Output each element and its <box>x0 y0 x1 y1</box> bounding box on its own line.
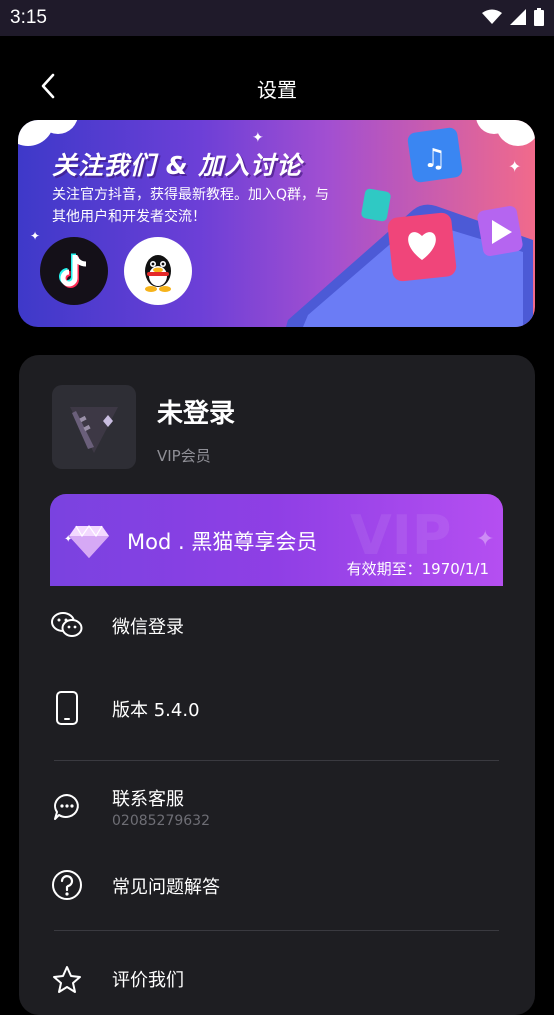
wechat-login-label: 微信登录 <box>112 617 184 638</box>
vip-membership-card[interactable]: VIP ✦ ✦ Mod . 黑猫尊享会员 有效期至：1970/1/1 <box>50 494 503 586</box>
wechat-login-row[interactable]: 微信登录 <box>19 595 535 655</box>
banner-heading: 关注我们 & 加入讨论 <box>52 151 303 180</box>
divider <box>54 930 499 931</box>
vip-title: Mod . 黑猫尊享会员 <box>127 530 318 554</box>
faq-label: 常见问题解答 <box>112 877 220 898</box>
rate-us-label: 评价我们 <box>112 970 184 991</box>
star-icon <box>49 962 85 998</box>
svg-text:♫: ♫ <box>423 144 446 174</box>
faq-row[interactable]: 常见问题解答 <box>19 855 535 915</box>
app-logo-icon <box>70 407 118 453</box>
version-row[interactable]: 版本 5.4.0 <box>19 678 535 738</box>
contact-phone: 02085279632 <box>112 813 210 829</box>
vip-expiry: 有效期至：1970/1/1 <box>346 560 489 578</box>
qq-penguin-icon <box>145 255 171 292</box>
status-time: 3:15 <box>10 7 47 28</box>
svg-text:✦: ✦ <box>508 157 521 176</box>
contact-support-label: 联系客服 <box>112 789 184 810</box>
svg-text:✦: ✦ <box>30 229 40 243</box>
qq-button[interactable] <box>124 237 192 305</box>
user-name[interactable]: 未登录 <box>157 393 235 430</box>
signal-icon <box>510 9 526 25</box>
avatar[interactable] <box>52 385 136 469</box>
battery-icon <box>534 8 544 26</box>
wechat-icon <box>49 607 85 643</box>
rate-us-row[interactable]: 评价我们 <box>19 952 535 1012</box>
vip-status-label: VIP会员 <box>157 447 211 465</box>
follow-us-banner[interactable]: ♫ ✦ ✦ ✦ 关注我们 & 加入讨论 关注官方抖音，获得最新教程。加入Q群，与… <box>18 120 535 327</box>
chat-bubble-icon <box>49 789 85 825</box>
status-icons <box>482 8 544 26</box>
douyin-button[interactable] <box>40 237 108 305</box>
status-bar: 3:15 <box>0 0 554 36</box>
page-title: 设置 <box>257 78 297 102</box>
divider <box>54 760 499 761</box>
svg-text:✦: ✦ <box>252 130 264 146</box>
phone-icon <box>49 690 85 726</box>
svg-text:✦: ✦ <box>476 527 494 552</box>
douyin-logo-icon <box>59 253 87 288</box>
diamond-icon <box>69 524 109 558</box>
settings-card: 未登录 VIP会员 VIP ✦ ✦ Mod . 黑猫尊享会员 有效期至：1970… <box>19 355 535 1015</box>
top-bar: 设置 <box>0 36 554 132</box>
wifi-icon <box>482 9 502 24</box>
contact-support-row[interactable]: 联系客服 02085279632 <box>19 775 535 835</box>
help-icon <box>49 867 85 903</box>
banner-description: 关注官方抖音，获得最新教程。加入Q群，与其他用户和开发者交流！ <box>52 187 330 225</box>
version-label: 版本 5.4.0 <box>112 700 200 721</box>
